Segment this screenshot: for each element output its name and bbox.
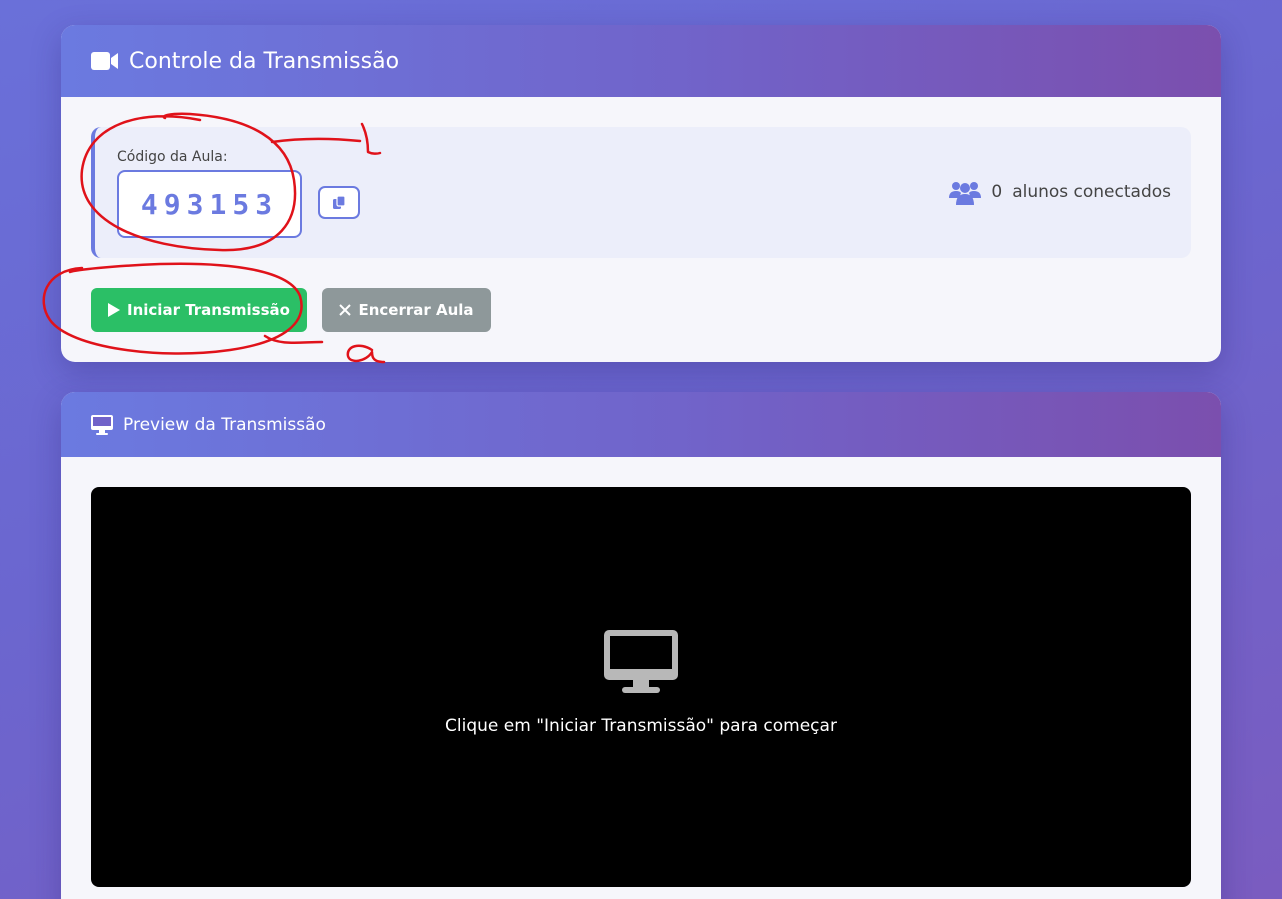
start-transmission-label: Iniciar Transmissão xyxy=(127,301,290,319)
students-count: 0 xyxy=(991,182,1003,202)
close-icon xyxy=(339,304,352,316)
end-class-label: Encerrar Aula xyxy=(358,301,474,319)
students-label: alunos conectados xyxy=(1012,182,1171,202)
users-icon xyxy=(949,179,982,205)
connected-students: 0 alunos conectados xyxy=(949,179,1171,205)
video-camera-icon xyxy=(91,52,119,70)
video-placeholder: Clique em "Iniciar Transmissão" para com… xyxy=(91,630,1191,736)
copy-icon xyxy=(332,195,346,210)
end-class-button[interactable]: Encerrar Aula xyxy=(322,288,491,332)
desktop-icon xyxy=(604,630,678,698)
start-transmission-button[interactable]: Iniciar Transmissão xyxy=(91,288,307,332)
play-icon xyxy=(108,303,121,317)
control-title: Controle da Transmissão xyxy=(129,48,400,74)
class-code-value: 493153 xyxy=(117,170,302,238)
transmission-control-card: Controle da Transmissão Código da Aula: … xyxy=(61,25,1221,362)
monitor-icon xyxy=(91,414,113,435)
preview-header: Preview da Transmissão xyxy=(61,392,1221,457)
copy-code-button[interactable] xyxy=(318,186,360,219)
preview-title: Preview da Transmissão xyxy=(123,414,326,435)
video-preview-area: Clique em "Iniciar Transmissão" para com… xyxy=(91,487,1191,887)
transmission-preview-card: Preview da Transmissão Clique em "Inicia… xyxy=(61,392,1221,899)
class-code-panel: Código da Aula: 493153 0 alunos conectad… xyxy=(91,127,1191,258)
class-code-label: Código da Aula: xyxy=(117,149,228,165)
video-placeholder-text: Clique em "Iniciar Transmissão" para com… xyxy=(445,716,837,736)
control-header: Controle da Transmissão xyxy=(61,25,1221,97)
